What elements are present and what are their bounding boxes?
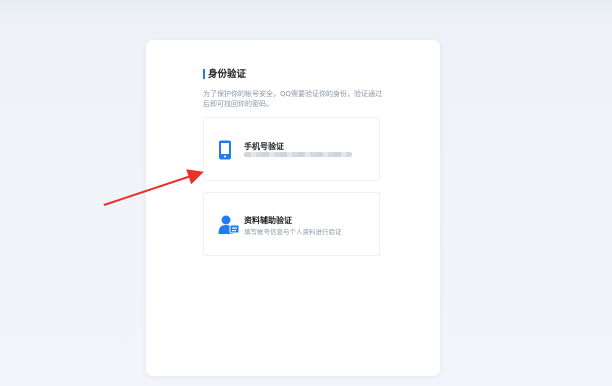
red-arrow-annotation (103, 169, 204, 206)
